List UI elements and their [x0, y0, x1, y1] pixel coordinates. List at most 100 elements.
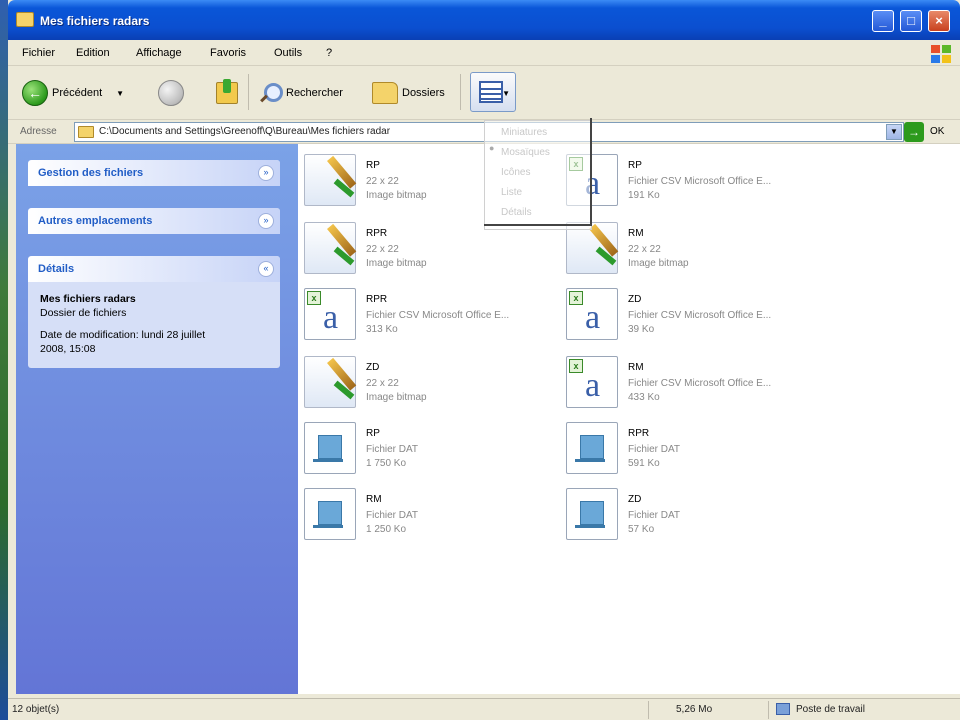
expand-icon[interactable]: » — [258, 165, 274, 181]
up-folder-button[interactable] — [216, 76, 238, 110]
file-name: ZD — [366, 362, 380, 373]
file-tasks-panel: Gestion des fichiers » — [28, 160, 280, 186]
file-type: 22 x 22 — [366, 244, 399, 255]
details-header[interactable]: Détails « — [28, 256, 280, 282]
task-pane: Gestion des fichiers » Autres emplacemen… — [16, 144, 298, 694]
file-detail: Image bitmap — [366, 258, 427, 269]
menu-fichier[interactable]: Fichier — [22, 47, 55, 59]
details-modified-time: 2008, 15:08 — [40, 343, 96, 355]
search-button[interactable]: Rechercher — [258, 76, 343, 110]
file-item[interactable]: x a ZD Fichier CSV Microsoft Office E... 39 … — [566, 286, 816, 346]
computer-icon — [776, 703, 790, 715]
view-menu-item[interactable]: Liste — [501, 187, 522, 198]
views-button[interactable]: ▼ — [470, 72, 516, 112]
menu-edition[interactable]: Edition — [76, 47, 110, 59]
file-type: Fichier DAT — [628, 444, 681, 455]
file-name: RP — [366, 428, 380, 439]
other-places-panel: Autres emplacements » — [28, 208, 280, 234]
file-name: RP — [628, 160, 642, 171]
csv-file-icon: xa — [304, 288, 356, 340]
chevron-down-icon: ▼ — [502, 89, 510, 98]
folders-button[interactable]: Dossiers — [372, 76, 445, 110]
menu-shadow-edge — [484, 224, 592, 226]
close-button[interactable]: × — [928, 10, 950, 32]
file-name: RPR — [366, 294, 388, 305]
forward-button[interactable] — [158, 76, 184, 110]
search-label: Rechercher — [286, 87, 343, 99]
up-folder-icon — [216, 79, 238, 104]
file-type: 22 x 22 — [366, 378, 399, 389]
menu-affichage[interactable]: Affichage — [136, 47, 182, 59]
file-name: RM — [628, 228, 644, 239]
csv-file-icon: xa — [566, 288, 618, 340]
details-panel: Détails « Mes fichiers radars Dossier de… — [28, 256, 280, 368]
other-places-header[interactable]: Autres emplacements » — [28, 208, 280, 234]
menu-favoris[interactable]: Favoris — [210, 47, 246, 59]
file-item[interactable]: ZD 22 x 22 Image bitmap — [304, 354, 554, 414]
toolbar-separator — [248, 74, 249, 110]
address-label: Adresse — [20, 126, 57, 137]
details-modified: Date de modification: lundi 28 juillet — [40, 329, 206, 341]
file-detail: 57 Ko — [628, 524, 655, 535]
views-menu: Miniatures ● Mosaïques Icônes Liste Déta… — [484, 120, 592, 230]
file-name: ZD — [628, 294, 642, 305]
back-arrow-icon: ← — [22, 80, 48, 106]
status-location: Poste de travail — [796, 704, 865, 715]
expand-icon[interactable]: » — [258, 213, 274, 229]
file-type: Fichier DAT — [628, 510, 681, 521]
details-name: Mes fichiers radars — [40, 293, 136, 305]
chevron-down-icon[interactable]: ▼ — [116, 89, 124, 98]
view-menu-item[interactable]: Miniatures — [501, 127, 547, 138]
file-item[interactable]: x a RPR Fichier CSV Microsoft Office E... 31… — [304, 286, 554, 346]
file-name: RPR — [628, 428, 650, 439]
selected-check-icon: ● — [489, 143, 495, 153]
status-object-count: 12 objet(s) — [12, 704, 60, 715]
file-item[interactable]: x a RM Fichier CSV Microsoft Office E... 433… — [566, 354, 816, 414]
details-body: Mes fichiers radars Dossier de fichiers … — [28, 282, 280, 368]
search-icon — [258, 81, 283, 105]
file-item[interactable]: xaRPFichier CSV Microsoft Office E...191… — [566, 152, 816, 212]
go-arrow-icon[interactable]: → — [904, 122, 924, 142]
details-title: Détails — [38, 263, 75, 275]
file-type: 22 x 22 — [366, 176, 399, 187]
csv-letter-glyph: a — [585, 299, 601, 336]
file-detail: 191 Ko — [628, 190, 660, 201]
file-name: RM — [628, 362, 644, 373]
file-item[interactable]: RM 22 x 22 Image bitmap — [566, 220, 816, 280]
collapse-icon[interactable]: « — [258, 261, 274, 277]
go-button[interactable]: OK — [930, 126, 944, 137]
menu-outils[interactable]: Outils — [274, 47, 302, 59]
title-bar[interactable]: Mes fichiers radars _ □ × — [8, 0, 960, 40]
explorer-window: Mes fichiers radars _ □ × Fichier Editio… — [8, 0, 960, 720]
folders-icon — [372, 82, 398, 104]
menu-help[interactable]: ? — [326, 47, 332, 59]
status-divider — [768, 701, 769, 719]
csv-file-icon: xa — [566, 356, 618, 408]
file-type: Fichier CSV Microsoft Office E... — [628, 176, 772, 187]
status-divider — [648, 701, 649, 719]
address-path: C:\Documents and Settings\Greenoff\Q\Bur… — [99, 126, 391, 137]
address-dropdown-icon[interactable]: ▼ — [886, 124, 902, 140]
folder-icon — [78, 126, 94, 138]
file-item[interactable]: RM Fichier DAT 1 250 Ko — [304, 486, 554, 546]
file-name: ZD — [628, 494, 642, 505]
dat-file-icon — [566, 488, 618, 540]
file-tasks-header[interactable]: Gestion des fichiers » — [28, 160, 280, 186]
excel-badge-icon: x — [569, 291, 583, 305]
back-button[interactable]: ← Précédent ▼ — [22, 76, 124, 110]
view-menu-item[interactable]: Détails — [501, 207, 532, 218]
file-type: Fichier DAT — [366, 510, 419, 521]
file-name: RP — [366, 160, 380, 171]
file-detail: 1 750 Ko — [366, 458, 407, 469]
maximize-button[interactable]: □ — [900, 10, 922, 32]
folders-label: Dossiers — [402, 87, 445, 99]
view-menu-item[interactable]: Icônes — [501, 167, 530, 178]
file-name: RM — [366, 494, 382, 505]
view-menu-item[interactable]: Mosaïques — [501, 147, 550, 158]
minimize-button[interactable]: _ — [872, 10, 894, 32]
file-item[interactable]: RPR Fichier DAT 591 Ko — [566, 420, 816, 480]
file-item[interactable]: RP Fichier DAT 1 750 Ko — [304, 420, 554, 480]
file-type: 22 x 22 — [628, 244, 661, 255]
dat-file-icon — [566, 422, 618, 474]
file-item[interactable]: ZD Fichier DAT 57 Ko — [566, 486, 816, 546]
